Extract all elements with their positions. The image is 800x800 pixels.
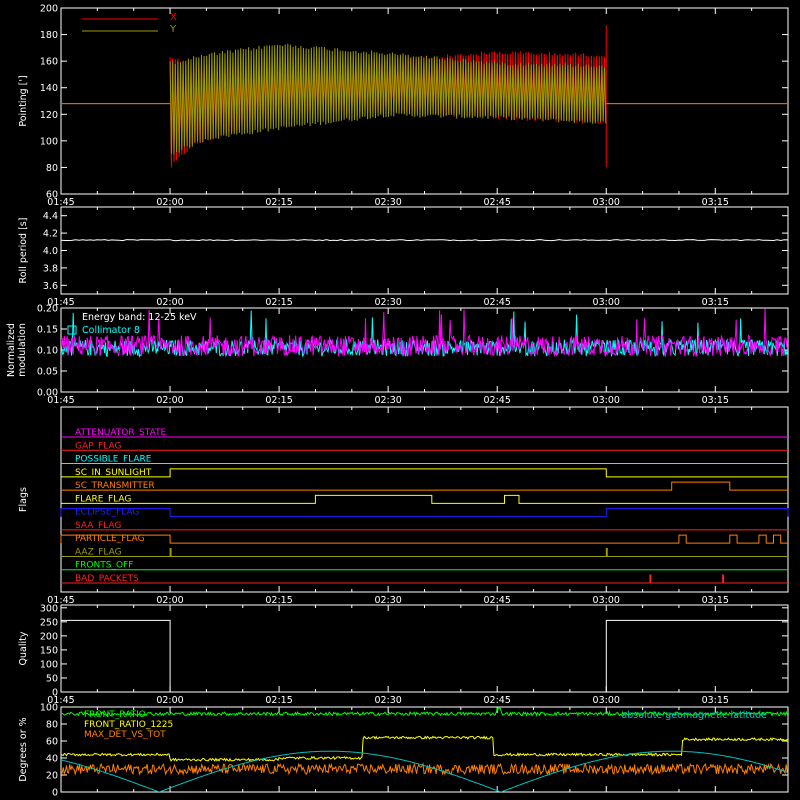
y-tick-label: 0.00 <box>37 388 58 399</box>
time-tick-label: 02:00 <box>156 297 183 308</box>
y-axis-label: Pointing ['] <box>18 75 29 126</box>
y-tick-label: 3.8 <box>43 263 58 274</box>
y-tick-label: 160 <box>40 57 58 68</box>
y-tick-label: 300 <box>40 603 58 614</box>
y-tick-label: 0.10 <box>37 346 58 357</box>
time-tick-label: 02:30 <box>374 395 401 406</box>
y-tick-label: 0 <box>52 688 58 699</box>
time-tick-label: 02:30 <box>374 197 401 208</box>
y-tick-label: 140 <box>40 83 58 94</box>
flag-label-flare_flag: FLARE_FLAG <box>75 494 131 504</box>
time-tick-label: 02:30 <box>374 695 401 706</box>
legend-label-max-det: MAX_DET_VS_TOT <box>84 730 166 740</box>
y-tick-label: 100 <box>40 659 58 670</box>
y-tick-label: 200 <box>40 631 58 642</box>
y-axis-label: Roll period [s] <box>18 218 29 284</box>
time-tick-label: 02:15 <box>265 395 292 406</box>
y-tick-label: 80 <box>46 720 58 731</box>
time-tick-label: 03:15 <box>702 595 729 606</box>
time-tick-label: 03:00 <box>593 197 620 208</box>
time-tick-label: 02:45 <box>484 297 511 308</box>
y-tick-label: 20 <box>46 771 58 782</box>
time-tick-label: 02:30 <box>374 595 401 606</box>
legend-label-Y: Y <box>169 24 177 35</box>
y-tick-label: 250 <box>40 617 58 628</box>
y-tick-label: 0.05 <box>37 367 58 378</box>
time-tick-label: 03:15 <box>702 395 729 406</box>
time-tick-label: 02:45 <box>484 595 511 606</box>
flag-label-gap_flag: GAP_FLAG <box>75 441 121 451</box>
time-tick-label: 03:15 <box>702 197 729 208</box>
y-tick-label: 4.0 <box>43 246 58 257</box>
time-tick-label: 02:15 <box>265 297 292 308</box>
y-axis-label: Normalizedmodulation <box>6 323 28 377</box>
y-tick-label: 40 <box>46 754 58 765</box>
time-tick-label: 03:00 <box>593 395 620 406</box>
legend-label-front-ratio: FRONT_RATIO <box>84 710 146 720</box>
time-tick-label: 02:45 <box>484 197 511 208</box>
time-tick-label: 03:00 <box>593 695 620 706</box>
legend-label-X: X <box>170 12 177 23</box>
legend-label-front-ratio-1225: FRONT_RATIO_1225 <box>84 720 173 730</box>
y-tick-label: 150 <box>40 645 58 656</box>
time-tick-label: 02:15 <box>265 197 292 208</box>
flag-label-aaz_flag: AAZ_FLAG <box>75 547 122 557</box>
y-tick-label: 0.20 <box>37 304 58 315</box>
y-tick-label: 0 <box>52 788 58 799</box>
y-tick-label: 80 <box>46 163 58 174</box>
y-tick-label: 120 <box>40 110 58 121</box>
y-tick-label: 60 <box>46 190 58 201</box>
y-tick-label: 3.6 <box>43 281 58 292</box>
hessi-quicklook-figure: 01:45 02:00 02:15 02:30 02:45 03:00 03:1560801… <box>0 0 800 800</box>
time-tick-label: 03:15 <box>702 695 729 706</box>
flag-label-saa_flag: SAA_FLAG <box>75 521 121 531</box>
y-axis-label: Flags <box>18 487 29 512</box>
flag-label-sc_transmitter: SC_TRANSMITTER <box>75 481 155 491</box>
flag-label-attenuator_state: ATTENUATOR_STATE <box>75 428 167 438</box>
flag-label-particle_flag: PARTICLE_FLAG <box>75 534 145 544</box>
legend-label-geomagnetic: absolute geomagnetic latitude <box>621 710 767 721</box>
time-tick-label: 02:00 <box>156 595 183 606</box>
energy-band-annotation: Energy band: 12-25 keV <box>82 312 197 323</box>
time-tick-label: 02:15 <box>265 695 292 706</box>
time-tick-label: 02:15 <box>265 595 292 606</box>
time-tick-label: 03:00 <box>593 297 620 308</box>
time-tick-label: 02:00 <box>156 695 183 706</box>
flag-label-possible_flare: POSSIBLE_FLARE <box>75 455 152 465</box>
time-tick-label: 02:00 <box>156 197 183 208</box>
time-tick-label: 02:45 <box>484 695 511 706</box>
time-tick-label: 02:45 <box>484 395 511 406</box>
y-tick-label: 100 <box>40 703 58 714</box>
y-tick-label: 180 <box>40 30 58 41</box>
time-tick-label: 03:00 <box>593 595 620 606</box>
y-tick-label: 0.15 <box>37 325 58 336</box>
y-axis-label: Quality <box>18 631 29 665</box>
y-tick-label: 50 <box>46 673 58 684</box>
y-tick-label: 4.2 <box>43 229 58 240</box>
flag-label-bad_packets: BAD_PACKETS <box>75 574 139 584</box>
y-tick-label: 100 <box>40 136 58 147</box>
time-tick-label: 02:00 <box>156 395 183 406</box>
y-tick-label: 200 <box>40 4 58 15</box>
time-tick-label: 03:15 <box>702 297 729 308</box>
y-axis-label: Degrees or % <box>18 717 29 781</box>
flag-label-eclipse_flag: ECLIPSE_FLAG <box>75 508 139 518</box>
time-tick-label: 02:30 <box>374 297 401 308</box>
y-tick-label: 4.4 <box>43 211 58 222</box>
flag-label-fronts_off: FRONTS_OFF <box>75 561 133 571</box>
legend-label-collimator: Collimator 8 <box>82 325 140 336</box>
flag-label-sc_in_sunlight: SC_IN_SUNLIGHT <box>75 468 152 478</box>
y-tick-label: 60 <box>46 737 58 748</box>
